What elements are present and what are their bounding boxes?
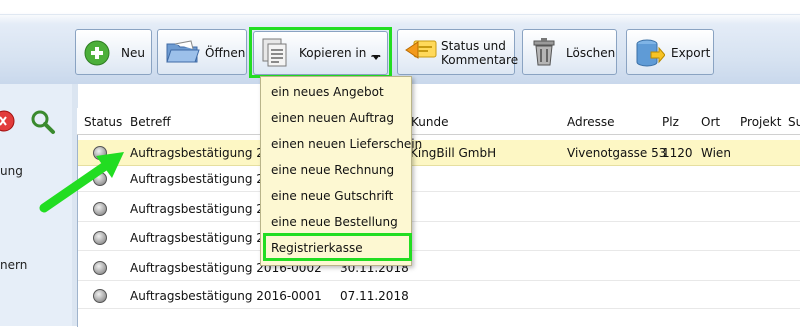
open-button[interactable]: Öffnen [157,29,247,75]
cell-datum: 07.11.2018 [340,289,409,303]
copy-to-highlight [249,27,392,78]
status-indicator-icon [93,289,107,303]
cell-kunde: KingBill GmbH [410,146,497,160]
column-header-plz[interactable]: Plz [662,115,679,129]
open-button-label: Öffnen [205,46,246,60]
new-button[interactable]: Neu [75,29,152,75]
column-header-betreff[interactable]: Betreff [130,115,171,129]
table-row[interactable]: Auftragsbestätigung 2020- KingBill GmbH … [78,140,800,166]
folder-open-icon [165,40,201,67]
menu-item-new-credit-note[interactable]: eine neue Gutschrift [271,189,393,203]
menu-item-new-purchase-order[interactable]: eine neue Bestellung [271,215,398,229]
database-export-icon [635,38,666,71]
column-header-projekt[interactable]: Projekt [740,115,781,129]
left-panel-item-2[interactable]: nern [0,258,27,272]
table-row[interactable]: Auftragsbestätigung 2016- [78,166,800,192]
status-button-label-line2: Kommentare [441,53,519,67]
menu-item-new-order[interactable]: einen neuen Auftrag [271,111,394,125]
column-header-ort[interactable]: Ort [701,115,720,129]
cell-adresse: Vivenotgasse 53 [567,146,667,160]
menu-item-new-offer[interactable]: ein neues Angebot [271,85,384,99]
table-row[interactable]: Auftragsbestätigung 2016-0002 30.11.2018 [78,255,800,281]
export-button-label: Export [671,46,711,60]
column-header-su[interactable]: Su [788,115,800,129]
left-panel-item-1[interactable]: ung [0,164,23,178]
column-header-status[interactable]: Status [84,115,122,129]
comment-arrow-icon [404,38,438,69]
column-header-adresse[interactable]: Adresse [567,115,615,129]
delete-button[interactable]: Löschen [522,29,617,75]
export-button[interactable]: Export [626,29,714,75]
table-row[interactable]: Auftragsbestätigung 2016- [78,196,800,222]
menu-item-new-invoice[interactable]: eine neue Rechnung [271,163,394,177]
status-indicator-icon [93,231,107,245]
column-header-kunde[interactable]: Kunde [411,115,448,129]
cell-plz: 1120 [662,146,693,160]
status-button-label-line1: Status und [441,39,506,53]
clear-filter-icon[interactable] [0,110,16,135]
status-indicator-icon [93,261,107,275]
annotation-arrow-icon [38,140,128,218]
cell-ort: Wien [701,146,731,160]
cell-betreff: Auftragsbestätigung 2016-0001 [130,289,322,303]
menu-item-new-delivery-note[interactable]: einen neuen Lieferschein [271,137,422,151]
toolbar-top-line [0,14,800,15]
cash-register-highlight [263,233,412,261]
search-icon[interactable] [30,109,56,138]
grid-header: Status Betreff Kunde Adresse Plz Ort Pro… [77,108,800,135]
trash-icon [533,38,555,69]
status-comments-button[interactable]: Status und Kommentare [397,29,519,75]
new-button-label: Neu [121,46,145,60]
delete-button-label: Löschen [566,46,616,60]
table-row[interactable]: Auftragsbestätigung 2016- [78,225,800,251]
table-row[interactable]: Auftragsbestätigung 2016-0001 07.11.2018 [78,283,800,309]
plus-icon [84,40,110,69]
